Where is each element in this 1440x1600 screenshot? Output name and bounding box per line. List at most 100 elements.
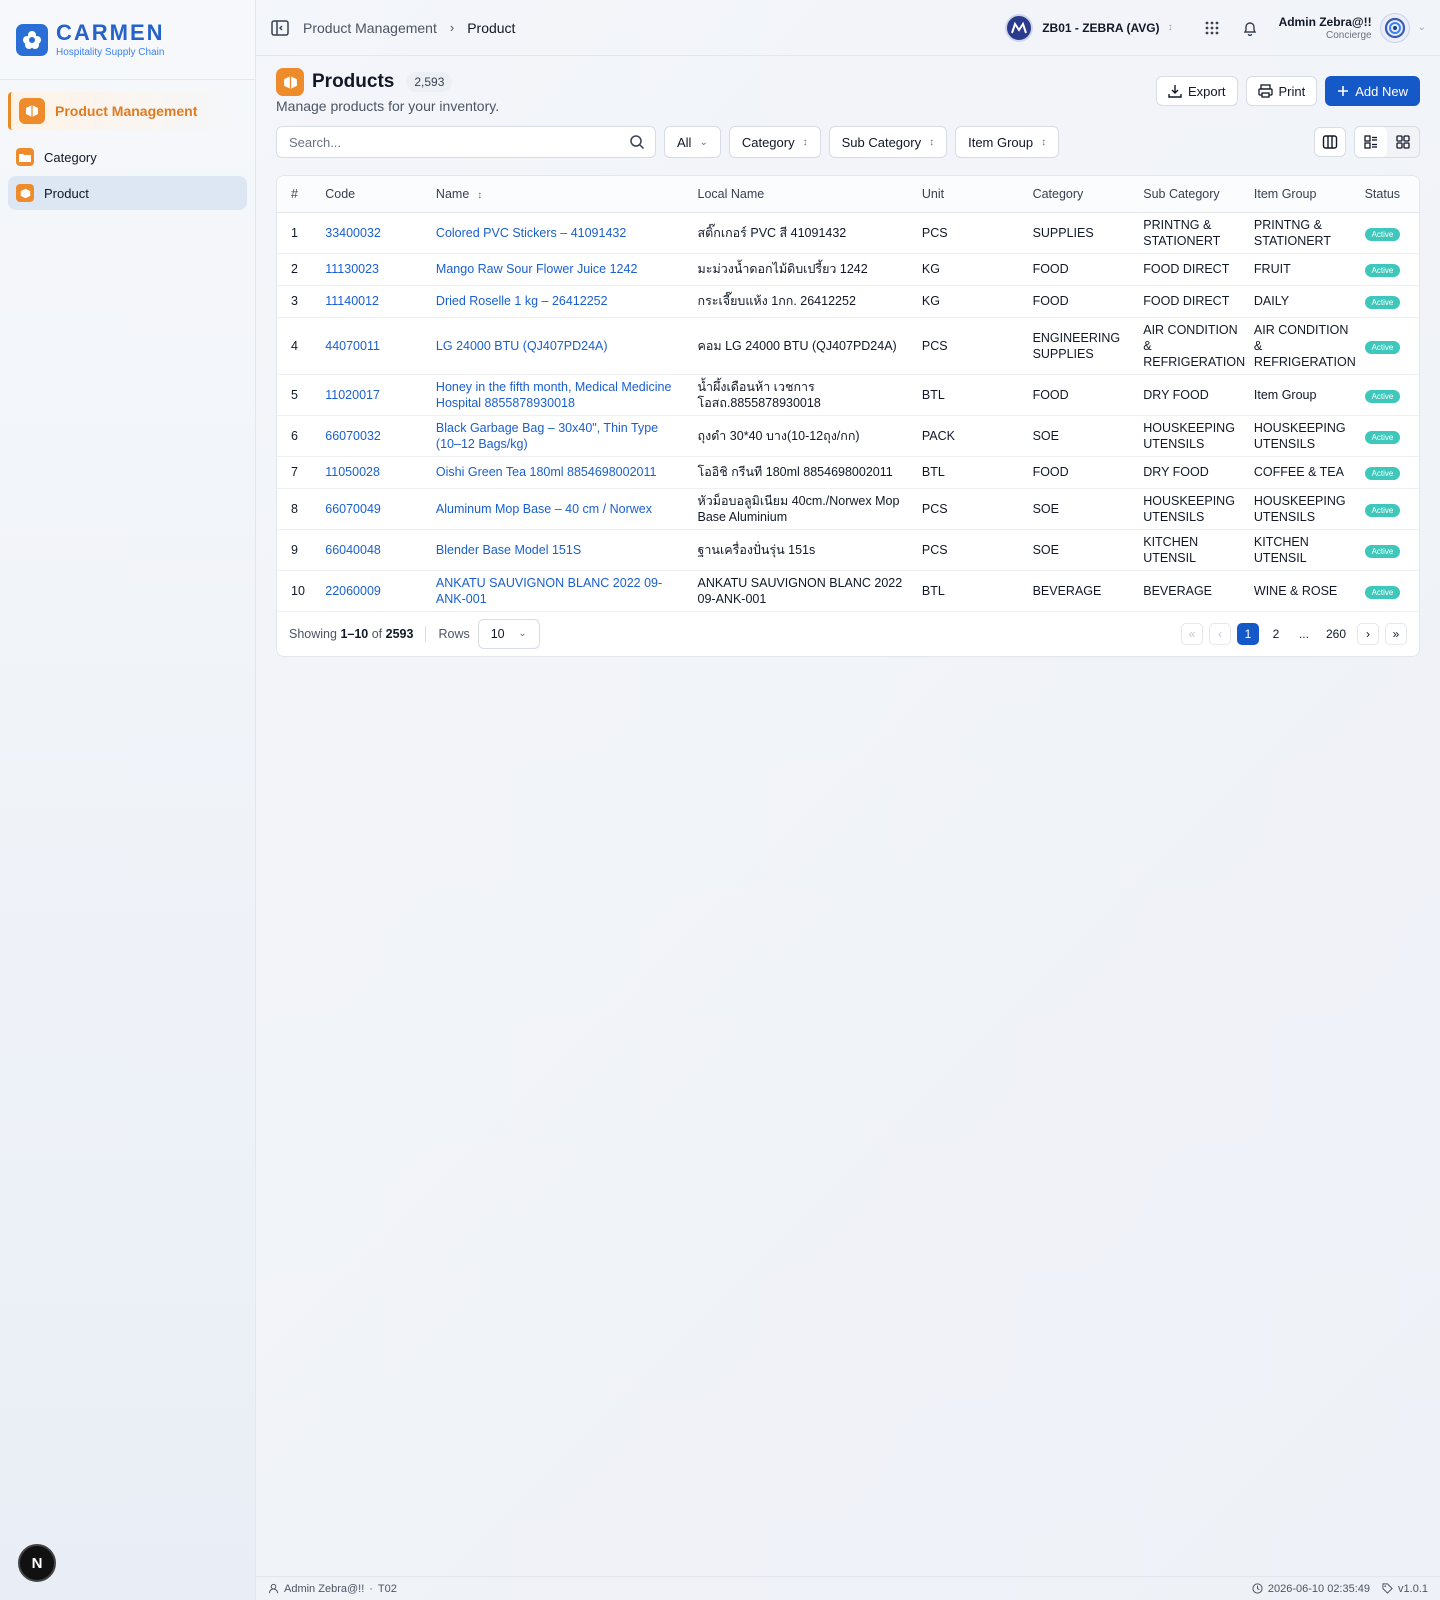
list-view-button[interactable] xyxy=(1355,127,1387,157)
table-row[interactable]: 7 11050028 Oishi Green Tea 180ml 8854698… xyxy=(277,456,1419,489)
download-icon xyxy=(1168,85,1182,98)
table-row[interactable]: 8 66070049 Aluminum Mop Base – 40 cm / N… xyxy=(277,488,1419,530)
product-name-link[interactable]: Black Garbage Bag – 30x40", Thin Type (1… xyxy=(429,415,692,457)
product-name-link[interactable]: Honey in the fifth month, Medical Medici… xyxy=(429,374,692,416)
category: SOE xyxy=(1026,488,1138,530)
product-name-link[interactable]: ANKATU SAUVIGNON BLANC 2022 09-ANK-001 xyxy=(429,570,692,612)
next-page-button[interactable]: › xyxy=(1357,622,1379,645)
page-button[interactable]: 2 xyxy=(1265,623,1287,645)
dev-tools-badge[interactable]: N xyxy=(18,1544,56,1582)
product-name-link[interactable]: Aluminum Mop Base – 40 cm / Norwex xyxy=(429,488,692,530)
table-row[interactable]: 1 33400032 Colored PVC Stickers – 410914… xyxy=(277,212,1419,254)
breadcrumb-current: Product xyxy=(467,19,516,36)
user-menu[interactable]: Admin Zebra@!! Concierge ⌄ xyxy=(1279,12,1426,43)
status-filter[interactable]: All ⌄ xyxy=(664,126,721,158)
product-name-link[interactable]: Oishi Green Tea 180ml 8854698002011 xyxy=(429,456,692,489)
apps-grid-icon[interactable] xyxy=(1201,17,1223,39)
sidebar-nav: Category Product xyxy=(0,140,255,210)
sort-icon[interactable]: ↕ xyxy=(477,190,482,201)
page-button[interactable]: 1 xyxy=(1236,622,1259,645)
showing-label: Showing xyxy=(289,626,337,641)
grid-icon xyxy=(1396,135,1410,149)
status-badge: Active xyxy=(1364,467,1401,480)
table-row[interactable]: 6 66070032 Black Garbage Bag – 30x40", T… xyxy=(277,415,1419,457)
bell-icon[interactable] xyxy=(1239,17,1261,39)
product-code-link[interactable]: 11140012 xyxy=(319,285,430,318)
status-code: T02 xyxy=(377,1582,397,1595)
row-number: 1 xyxy=(277,212,320,254)
search-input[interactable] xyxy=(289,134,629,150)
last-page-button[interactable]: » xyxy=(1385,622,1407,645)
sub-category-filter[interactable]: Sub Category ↕ xyxy=(828,126,948,158)
row-number: 8 xyxy=(277,488,320,530)
product-name-link[interactable]: Blender Base Model 151S xyxy=(429,529,692,571)
item-group: KITCHEN UTENSIL xyxy=(1247,529,1359,571)
product-code-link[interactable]: 44070011 xyxy=(319,317,430,375)
row-number: 3 xyxy=(277,285,320,318)
column-header-status[interactable]: Status xyxy=(1358,176,1419,213)
column-header-name[interactable]: Name ↕ xyxy=(429,176,692,213)
item-group: WINE & ROSE xyxy=(1247,570,1359,612)
brand[interactable]: CARMEN Hospitality Supply Chain xyxy=(0,0,255,80)
separator-dot: · xyxy=(369,1582,373,1595)
prev-page-button[interactable]: ‹ xyxy=(1208,622,1231,645)
product-code-link[interactable]: 66070049 xyxy=(319,488,430,530)
add-new-button[interactable]: Add New xyxy=(1325,76,1420,106)
product-name-link[interactable]: Dried Roselle 1 kg – 26412252 xyxy=(429,285,692,318)
product-code-link[interactable]: 11130023 xyxy=(319,253,430,286)
item-group: Item Group xyxy=(1247,374,1359,416)
chevron-down-icon: ⌄ xyxy=(1417,22,1426,33)
table-row[interactable]: 4 44070011 LG 24000 BTU (QJ407PD24A) คอม… xyxy=(277,317,1419,375)
sub-category: HOUSKEEPING UTENSILS xyxy=(1137,415,1248,457)
column-header-item-group[interactable]: Item Group xyxy=(1247,176,1359,213)
product-name-link[interactable]: Colored PVC Stickers – 41091432 xyxy=(429,212,692,254)
page-ellipsis: ... xyxy=(1298,626,1309,641)
row-number: 10 xyxy=(277,570,320,612)
table-row[interactable]: 10 22060009 ANKATU SAUVIGNON BLANC 2022 … xyxy=(277,570,1419,612)
product-code-link[interactable]: 33400032 xyxy=(319,212,430,254)
column-header-sub-category[interactable]: Sub Category xyxy=(1137,176,1248,213)
product-code-link[interactable]: 66070032 xyxy=(319,415,430,457)
sub-category: PRINTNG & STATIONERT xyxy=(1137,212,1248,254)
column-header-category[interactable]: Category xyxy=(1026,176,1138,213)
item-group: HOUSKEEPING UTENSILS xyxy=(1247,415,1359,457)
sidebar-toggle-icon[interactable] xyxy=(270,18,290,38)
table-row[interactable]: 2 11130023 Mango Raw Sour Flower Juice 1… xyxy=(277,253,1419,286)
sidebar-item-product[interactable]: Product xyxy=(8,176,247,210)
product-code-link[interactable]: 11050028 xyxy=(319,456,430,489)
columns-toggle-button[interactable] xyxy=(1314,127,1346,157)
product-name-link[interactable]: LG 24000 BTU (QJ407PD24A) xyxy=(429,317,692,375)
category: SOE xyxy=(1026,529,1138,571)
column-header-code[interactable]: Code xyxy=(319,176,430,213)
column-header-unit[interactable]: Unit xyxy=(915,176,1027,213)
first-page-button[interactable]: « xyxy=(1180,622,1203,645)
sidebar-item-category[interactable]: Category xyxy=(8,140,247,174)
table-row[interactable]: 5 11020017 Honey in the fifth month, Med… xyxy=(277,374,1419,416)
local-name: ฐานเครื่องปั่นรุ่น 151s xyxy=(691,529,916,571)
column-header-local-name[interactable]: Local Name xyxy=(691,176,916,213)
local-name: โออิชิ กรีนที 180ml 8854698002011 xyxy=(691,456,916,489)
product-code-link[interactable]: 11020017 xyxy=(319,374,430,416)
product-code-link[interactable]: 22060009 xyxy=(319,570,430,612)
of-label: of xyxy=(371,626,383,641)
product-name-link[interactable]: Mango Raw Sour Flower Juice 1242 xyxy=(429,253,692,286)
grid-view-button[interactable] xyxy=(1387,127,1419,157)
sub-category: HOUSKEEPING UTENSILS xyxy=(1137,488,1248,530)
category-filter[interactable]: Category ↕ xyxy=(728,126,821,158)
sidebar: CARMEN Hospitality Supply Chain Product … xyxy=(0,0,256,1600)
export-button[interactable]: Export xyxy=(1155,76,1238,106)
local-name: สติ๊กเกอร์ PVC สี 41091432 xyxy=(691,212,916,254)
print-button[interactable]: Print xyxy=(1245,76,1318,106)
product-code-link[interactable]: 66040048 xyxy=(319,529,430,571)
rows-per-page-select[interactable]: 10 ⌄ xyxy=(477,618,540,649)
search-box[interactable] xyxy=(276,126,656,158)
item-group-filter[interactable]: Item Group ↕ xyxy=(955,126,1060,158)
category: FOOD xyxy=(1026,456,1138,489)
module-product-management[interactable]: Product Management xyxy=(8,92,247,130)
category: FOOD xyxy=(1026,374,1138,416)
table-row[interactable]: 9 66040048 Blender Base Model 151S ฐานเค… xyxy=(277,529,1419,571)
breadcrumb-product-management[interactable]: Product Management xyxy=(303,20,437,36)
business-unit-selector[interactable]: ZB01 - ZEBRA (AVG) ↕ xyxy=(1005,13,1173,42)
page-button[interactable]: 260 xyxy=(1321,623,1351,645)
table-row[interactable]: 3 11140012 Dried Roselle 1 kg – 26412252… xyxy=(277,285,1419,318)
